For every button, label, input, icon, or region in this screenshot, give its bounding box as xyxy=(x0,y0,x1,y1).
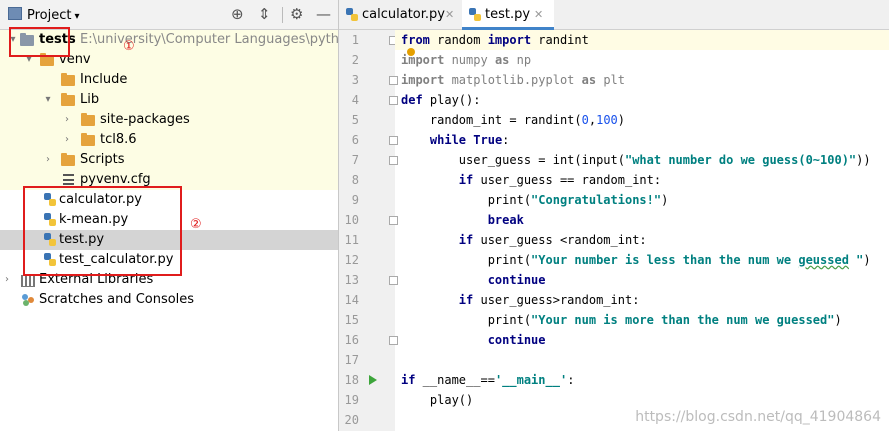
code-line-5: random_int = randint(0,100) xyxy=(401,113,626,127)
project-panel: Project ▾ ⊕ ⇕ ⚙ — ▾ tests E:\university\C… xyxy=(0,0,338,431)
fold-marker-icon[interactable] xyxy=(389,336,398,345)
annotation-mark-2: ② xyxy=(190,217,202,232)
code-line-14: if user_guess>random_int: xyxy=(458,293,640,307)
chevron-right-icon[interactable]: › xyxy=(62,110,72,130)
code-line-10: break xyxy=(487,213,524,227)
tree-label-lib: Lib xyxy=(80,92,100,107)
tree-label-scratches: Scratches and Consoles xyxy=(39,292,195,307)
tree-label-site-packages: site-packages xyxy=(100,112,190,127)
line-number: 19 xyxy=(344,393,359,407)
line-number: 7 xyxy=(351,153,359,167)
chevron-right-icon[interactable]: › xyxy=(2,270,12,290)
line-number: 18 xyxy=(344,373,359,387)
fold-marker-icon[interactable] xyxy=(389,76,398,85)
code-line-7: user_guess = int(input("what number do w… xyxy=(401,153,871,167)
project-icon xyxy=(8,7,22,20)
code-line-13: continue xyxy=(487,273,546,287)
tab-label-calculator: calculator.py xyxy=(362,7,445,22)
chevron-right-icon[interactable]: › xyxy=(62,130,72,150)
line-number: 4 xyxy=(351,93,359,107)
code-line-16: continue xyxy=(487,333,546,347)
editor-tab-bar: calculator.py ✕ test.py ✕ xyxy=(339,0,889,30)
code-line-6: while True: xyxy=(429,133,510,147)
line-number: 2 xyxy=(351,53,359,67)
code-line-12: print("Your number is less than the num … xyxy=(401,253,871,267)
line-number: 12 xyxy=(344,253,359,267)
tab-test[interactable]: test.py ✕ xyxy=(462,0,554,30)
fold-marker-icon[interactable] xyxy=(389,136,398,145)
chevron-right-icon[interactable]: › xyxy=(43,150,53,170)
tree-item-include[interactable]: Include xyxy=(0,70,338,90)
line-number: 5 xyxy=(351,113,359,127)
project-view-selector[interactable]: Project ▾ xyxy=(8,7,80,23)
project-panel-header: Project ▾ ⊕ ⇕ ⚙ — xyxy=(0,0,338,30)
folder-icon xyxy=(61,93,75,106)
tree-label-include: Include xyxy=(80,72,128,87)
root-path: E:\university\Computer Languages\python\… xyxy=(80,32,338,47)
line-number: 16 xyxy=(344,333,359,347)
line-number: 3 xyxy=(351,73,359,87)
folder-icon xyxy=(81,113,95,126)
line-number: 13 xyxy=(344,273,359,287)
tree-label-tcl: tcl8.6 xyxy=(100,132,137,147)
folder-icon xyxy=(61,73,75,86)
code-line-4: def play(): xyxy=(401,93,481,107)
config-file-icon xyxy=(63,174,74,186)
line-number: 1 xyxy=(351,33,359,47)
project-title: Project xyxy=(27,8,72,23)
python-file-icon xyxy=(346,8,358,22)
code-line-18: if __name__=='__main__': xyxy=(401,373,575,387)
chevron-down-icon[interactable]: ▾ xyxy=(43,90,53,110)
python-file-icon xyxy=(469,8,481,22)
tab-calculator[interactable]: calculator.py ✕ xyxy=(339,0,460,30)
line-number: 8 xyxy=(351,173,359,187)
annotation-box-2 xyxy=(23,186,182,276)
fold-marker-icon[interactable] xyxy=(389,276,398,285)
run-icon[interactable] xyxy=(369,375,377,385)
minimize-icon[interactable]: — xyxy=(316,5,331,23)
fold-marker-icon[interactable] xyxy=(389,156,398,165)
toolbar-divider xyxy=(282,7,283,23)
line-number: 20 xyxy=(344,413,359,427)
close-icon[interactable]: ✕ xyxy=(445,0,454,30)
line-number: 15 xyxy=(344,313,359,327)
code-line-2: import numpy as np xyxy=(401,53,532,67)
dropdown-caret-icon: ▾ xyxy=(74,11,80,22)
line-number: 17 xyxy=(344,353,359,367)
gear-icon[interactable]: ⚙ xyxy=(290,5,303,23)
tree-item-tcl[interactable]: › tcl8.6 xyxy=(0,130,338,150)
tree-item-site-packages[interactable]: › site-packages xyxy=(0,110,338,130)
locate-target-icon[interactable]: ⊕ xyxy=(231,5,244,23)
code-line-8: if user_guess == random_int: xyxy=(458,173,662,187)
code-line-19: play() xyxy=(401,393,474,407)
line-number: 11 xyxy=(344,233,359,247)
annotation-mark-1: ① xyxy=(123,39,135,54)
collapse-all-icon[interactable]: ⇕ xyxy=(258,5,271,23)
scratches-icon xyxy=(22,294,35,306)
editor-panel: calculator.py ✕ test.py ✕ 1 2 3 4 5 6 7 8 9 10 11 1… xyxy=(338,0,889,431)
line-number-gutter: 1 2 3 4 5 6 7 8 9 10 11 12 13 14 15 16 17 18 19 20 xyxy=(339,30,398,431)
code-line-15: print("Your num is more than the num we … xyxy=(401,313,842,327)
folder-icon xyxy=(81,133,95,146)
line-number: 9 xyxy=(351,193,359,207)
code-line-3: import matplotlib.pyplot as plt xyxy=(401,73,625,87)
code-line-9: print("Congratulations!") xyxy=(401,193,669,207)
folder-icon xyxy=(61,153,75,166)
annotation-box-1 xyxy=(9,27,70,57)
tree-label-scripts: Scripts xyxy=(80,152,125,167)
line-number: 10 xyxy=(344,213,359,227)
tree-item-lib[interactable]: ▾ Lib xyxy=(0,90,338,110)
code-line-11: if user_guess <random_int: xyxy=(458,233,647,247)
tab-label-test: test.py xyxy=(485,7,531,22)
line-number: 14 xyxy=(344,293,359,307)
tree-item-scratches[interactable]: Scratches and Consoles xyxy=(0,290,338,310)
line-number: 6 xyxy=(351,133,359,147)
code-line-1: from random import randint xyxy=(401,33,589,47)
library-icon xyxy=(21,275,35,287)
fold-marker-icon[interactable] xyxy=(389,216,398,225)
fold-marker-icon[interactable] xyxy=(389,96,398,105)
watermark: https://blog.csdn.net/qq_41904864 xyxy=(635,409,881,425)
close-icon[interactable]: ✕ xyxy=(534,0,543,30)
tree-item-scripts[interactable]: › Scripts xyxy=(0,150,338,170)
